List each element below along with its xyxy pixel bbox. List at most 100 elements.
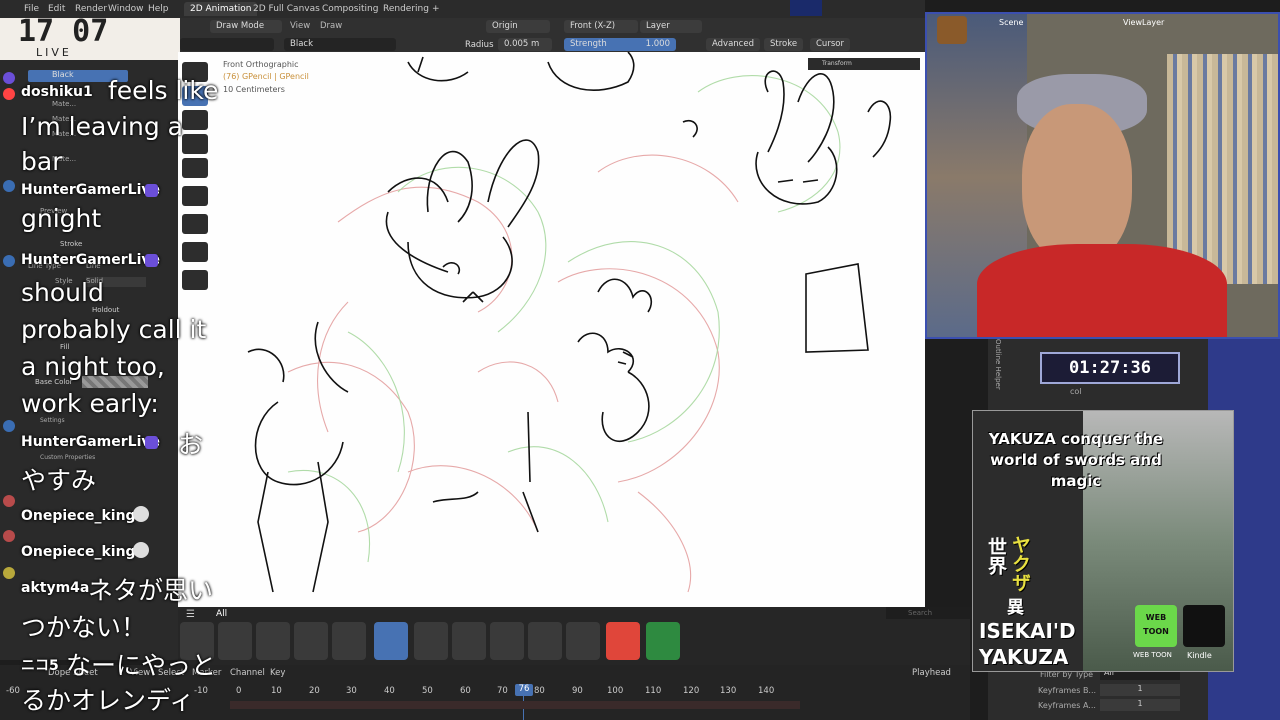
front-axis-dropdown[interactable]: Front (X-Z) bbox=[564, 20, 638, 33]
outline-helper-tab[interactable]: Outline Helper bbox=[988, 339, 1002, 399]
streamer-face bbox=[1022, 104, 1132, 264]
brush-search-input[interactable]: Search bbox=[886, 607, 976, 619]
brush-thumbnail[interactable] bbox=[646, 622, 680, 660]
curve-tool-icon[interactable] bbox=[182, 270, 208, 290]
chat-platform-icon bbox=[3, 72, 15, 84]
line-tool-icon[interactable] bbox=[182, 158, 208, 178]
scene-label[interactable]: Scene bbox=[999, 18, 1023, 27]
playhead-dropdown[interactable]: Playhead bbox=[912, 668, 951, 678]
brush-thumbnail[interactable] bbox=[490, 622, 524, 660]
menu-file[interactable]: File bbox=[24, 4, 39, 14]
brush-thumbnail[interactable] bbox=[332, 622, 366, 660]
chat-username: ニコ5 bbox=[21, 658, 59, 674]
red-shirt bbox=[977, 244, 1227, 337]
brush-thumbnail[interactable] bbox=[566, 622, 600, 660]
fill-section[interactable]: Fill bbox=[60, 343, 69, 351]
frame-tick: 60 bbox=[460, 686, 471, 696]
chat-message: つかない！ bbox=[21, 613, 147, 642]
ad-jp-text: 異 bbox=[1007, 598, 1024, 618]
menu-key[interactable]: Key bbox=[270, 668, 285, 678]
frame-tick: 140 bbox=[758, 686, 775, 696]
settings-section[interactable]: Settings bbox=[40, 417, 65, 424]
advanced-dropdown[interactable]: Advanced bbox=[706, 38, 760, 51]
stroke-dropdown[interactable]: Stroke bbox=[764, 38, 804, 51]
strength-slider[interactable]: Strength 1.000 bbox=[564, 38, 676, 51]
radius-label: Radius bbox=[465, 40, 494, 50]
brush-thumbnail[interactable] bbox=[606, 622, 640, 660]
ad-yakuza: YAKUZA bbox=[979, 645, 1069, 669]
frame-tick: -60 bbox=[6, 686, 20, 696]
chat-message: bar bbox=[21, 147, 63, 176]
frame-tick: 130 bbox=[720, 686, 737, 696]
keyframe-channel bbox=[230, 701, 800, 709]
chat-badge-icon bbox=[145, 184, 158, 197]
brush-thumbnail-selected[interactable] bbox=[374, 622, 408, 660]
fill-tool-icon[interactable] bbox=[182, 134, 208, 154]
chat-username: Onepiece_king bbox=[21, 508, 136, 524]
chat-message: やすみ bbox=[21, 466, 97, 495]
erase-tool-icon[interactable] bbox=[182, 110, 208, 130]
shelf-menu-icon[interactable]: ☰ bbox=[186, 609, 195, 620]
keyframes-before-label: Keyframes B... bbox=[1038, 686, 1097, 695]
layer-dropdown[interactable]: Layer bbox=[640, 20, 702, 33]
strength-label: Strength bbox=[570, 39, 607, 49]
bookshelf bbox=[1167, 54, 1278, 284]
brush-thumbnail[interactable] bbox=[452, 622, 486, 660]
view-layer-label[interactable]: ViewLayer bbox=[1123, 18, 1164, 27]
material-dropdown[interactable]: Black bbox=[284, 38, 396, 51]
cutter-tool-icon[interactable] bbox=[182, 186, 208, 206]
radius-field[interactable]: 0.005 m bbox=[498, 38, 552, 51]
menu-window[interactable]: Window bbox=[108, 4, 144, 14]
add-workspace-button[interactable]: + bbox=[426, 2, 446, 16]
tab-2d-full-canvas[interactable]: 2D Full Canvas bbox=[247, 2, 326, 16]
keyframes-after-label: Keyframes A... bbox=[1038, 701, 1096, 710]
frame-tick: 10 bbox=[271, 686, 282, 696]
chat-username: doshiku1 bbox=[21, 84, 93, 100]
chat-platform-icon bbox=[3, 530, 15, 542]
brush-thumbnail[interactable] bbox=[256, 622, 290, 660]
strength-value: 1.000 bbox=[645, 39, 670, 49]
brush-dropdown[interactable] bbox=[180, 38, 274, 51]
brush-thumbnail[interactable] bbox=[218, 622, 252, 660]
view-menu[interactable]: View bbox=[290, 21, 310, 31]
cursor-dropdown[interactable]: Cursor bbox=[810, 38, 850, 51]
chat-platform-icon bbox=[3, 420, 15, 432]
chat-platform-icon bbox=[3, 88, 15, 100]
keyframes-before-field[interactable]: 1 bbox=[1100, 684, 1180, 696]
menu-help[interactable]: Help bbox=[148, 4, 169, 14]
chat-message: gnight bbox=[21, 204, 102, 233]
eyedropper-tool-icon[interactable] bbox=[182, 242, 208, 262]
brush-thumbnail[interactable] bbox=[414, 622, 448, 660]
current-frame-indicator[interactable]: 76 bbox=[515, 684, 533, 696]
draw-menu[interactable]: Draw bbox=[320, 21, 342, 31]
measure-tool-icon[interactable] bbox=[182, 214, 208, 234]
3d-viewport-canvas[interactable]: Front Orthographic (76) GPencil | GPenci… bbox=[178, 52, 925, 607]
tab-all[interactable]: All bbox=[216, 609, 227, 619]
brush-thumbnail[interactable] bbox=[294, 622, 328, 660]
stream-timer: 01:27:36 bbox=[1040, 352, 1180, 384]
chat-platform-icon bbox=[3, 180, 15, 192]
menu-edit[interactable]: Edit bbox=[48, 4, 65, 14]
stroke-section[interactable]: Stroke bbox=[60, 240, 82, 248]
timer-value: 01:27:36 bbox=[1069, 358, 1151, 378]
ad-jp-text: 世界 bbox=[985, 537, 1007, 575]
keyframes-after-field[interactable]: 1 bbox=[1100, 699, 1180, 711]
brush-thumbnail[interactable] bbox=[528, 622, 562, 660]
webcam-feed: Scene ViewLayer bbox=[925, 12, 1280, 339]
tab-compositing[interactable]: Compositing bbox=[316, 2, 384, 16]
holdout-checkbox[interactable]: Holdout bbox=[92, 306, 119, 314]
menu-channel[interactable]: Channel bbox=[230, 668, 265, 678]
frame-tick: 0 bbox=[236, 686, 242, 696]
origin-dropdown[interactable]: Origin bbox=[486, 20, 550, 33]
pixel-avatar-icon bbox=[937, 16, 967, 44]
chat-username: HunterGamerLive bbox=[21, 182, 161, 198]
collection-label[interactable]: col bbox=[1070, 387, 1082, 396]
custom-properties-section[interactable]: Custom Properties bbox=[40, 454, 95, 461]
tool-header: Draw Mode View Draw Origin Front (X-Z) L… bbox=[180, 18, 925, 52]
material-slot[interactable]: Mate... bbox=[52, 100, 76, 108]
skull-emote-icon bbox=[133, 506, 149, 522]
chat-message: a night too, bbox=[21, 352, 165, 381]
mode-dropdown[interactable]: Draw Mode bbox=[210, 20, 282, 33]
menu-render[interactable]: Render bbox=[75, 4, 107, 14]
book-advertisement: YAKUZA conquer the world of swords and m… bbox=[972, 410, 1234, 672]
